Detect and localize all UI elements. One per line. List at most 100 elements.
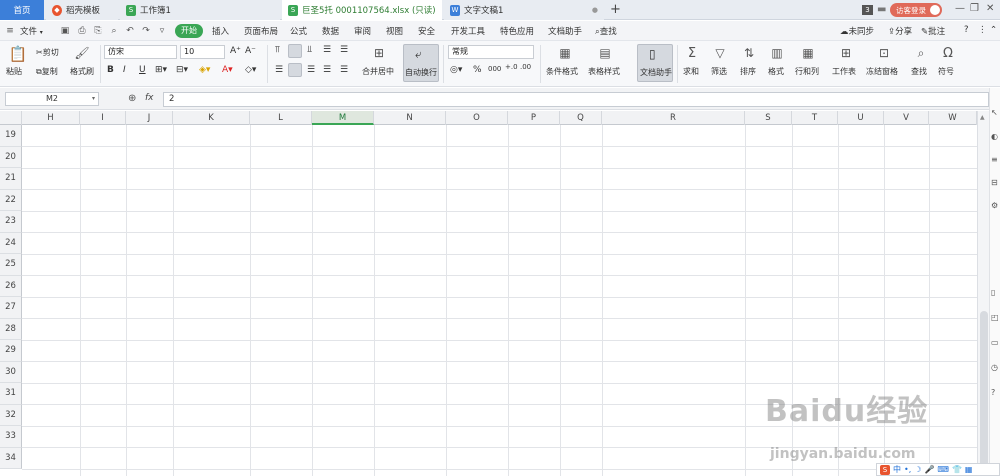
ime-mic-icon[interactable]: 🎤: [924, 465, 934, 474]
output-pdf-icon[interactable]: ⎙: [77, 26, 87, 36]
bold-icon[interactable]: B: [107, 65, 114, 75]
ime-keyboard-icon[interactable]: ⌨: [937, 465, 949, 474]
column-header-j[interactable]: J: [126, 111, 173, 125]
sort-button[interactable]: 排序: [740, 66, 756, 77]
more-icon[interactable]: ⋮: [978, 25, 987, 35]
side-properties-icon[interactable]: ≡: [991, 155, 1000, 164]
increase-decimal-icon[interactable]: +.0: [505, 63, 518, 71]
ime-skin-icon[interactable]: 👕: [952, 465, 962, 474]
formula-input[interactable]: 2: [163, 92, 989, 107]
side-pin-icon[interactable]: ⊟: [991, 178, 1000, 187]
print-icon[interactable]: ⎘: [93, 26, 103, 36]
conditional-format-button[interactable]: 条件格式: [546, 66, 578, 77]
ime-punctuation-icon[interactable]: •,: [904, 465, 911, 474]
row-header-29[interactable]: 29: [0, 340, 22, 362]
column-header-r[interactable]: R: [602, 111, 745, 125]
filter-icon[interactable]: ▽: [712, 45, 728, 61]
column-header-n[interactable]: N: [374, 111, 446, 125]
side-backup-icon[interactable]: ◰: [991, 313, 1000, 322]
scroll-up-icon[interactable]: ▲: [980, 114, 985, 121]
column-header-p[interactable]: P: [508, 111, 560, 125]
row-header-21[interactable]: 21: [0, 168, 22, 190]
row-header-33[interactable]: 33: [0, 426, 22, 448]
align-right-icon[interactable]: ☰: [307, 65, 315, 75]
row-header-30[interactable]: 30: [0, 361, 22, 383]
comment-button[interactable]: ✎批注: [921, 25, 945, 37]
outdent-icon[interactable]: ☰: [340, 45, 348, 55]
omega-icon[interactable]: Ω: [940, 45, 956, 61]
column-header-k[interactable]: K: [173, 111, 250, 125]
tab-close-dot-icon[interactable]: ●: [592, 6, 598, 14]
filter-button[interactable]: 筛选: [711, 66, 727, 77]
merge-icon[interactable]: ⊞: [371, 45, 387, 61]
save-icon[interactable]: ▣: [60, 26, 70, 36]
paste-button[interactable]: 粘贴: [6, 66, 22, 77]
find-button[interactable]: 查找: [911, 66, 927, 77]
column-header-m[interactable]: M: [312, 111, 374, 125]
column-header-h[interactable]: H: [22, 111, 80, 125]
row-header-31[interactable]: 31: [0, 383, 22, 405]
align-middle-icon[interactable]: [288, 44, 302, 58]
row-header-32[interactable]: 32: [0, 404, 22, 426]
redo-icon[interactable]: ↷: [141, 26, 151, 36]
cut-button[interactable]: ✂剪切: [36, 47, 59, 58]
format-painter-button[interactable]: 格式刷: [70, 66, 94, 77]
menu-tab-home[interactable]: 开始: [175, 24, 203, 38]
sogou-ime-icon[interactable]: S: [880, 464, 890, 475]
row-header-27[interactable]: 27: [0, 297, 22, 319]
row-header-24[interactable]: 24: [0, 232, 22, 254]
column-header-t[interactable]: T: [792, 111, 838, 125]
font-size-select[interactable]: 10: [180, 45, 225, 59]
hamburger-icon[interactable]: ≡: [5, 26, 15, 36]
row-header-20[interactable]: 20: [0, 146, 22, 168]
row-header-28[interactable]: 28: [0, 318, 22, 340]
column-header-l[interactable]: L: [250, 111, 312, 125]
justify-icon[interactable]: ☰: [323, 65, 331, 75]
help-button[interactable]: ?: [964, 25, 969, 35]
side-tool-icon[interactable]: ⚙: [991, 201, 1000, 210]
currency-icon[interactable]: ◎▾: [450, 65, 462, 75]
name-box[interactable]: M2: [5, 92, 99, 106]
tab-workbook1[interactable]: S 工作簿1: [120, 0, 280, 20]
decrease-font-icon[interactable]: A⁻: [245, 46, 256, 56]
ime-tools-icon[interactable]: ▦: [965, 465, 973, 474]
row-header-22[interactable]: 22: [0, 189, 22, 211]
menu-search[interactable]: ⌕查找: [595, 25, 617, 37]
name-box-dropdown-icon[interactable]: ▾: [92, 95, 95, 102]
side-share-icon[interactable]: ▭: [991, 338, 1000, 347]
table-style-button[interactable]: 表格样式: [588, 66, 620, 77]
brush-icon[interactable]: 🖌: [74, 45, 89, 61]
window-count-badge[interactable]: 3: [862, 5, 873, 15]
percent-button[interactable]: %: [473, 65, 482, 75]
font-name-select[interactable]: 仿宋: [104, 45, 177, 59]
align-top-icon[interactable]: ⫪: [275, 45, 280, 55]
row-header-19[interactable]: 19: [0, 125, 22, 147]
worksheet-button[interactable]: 工作表: [832, 66, 856, 77]
column-header-i[interactable]: I: [80, 111, 126, 125]
menu-tab-review[interactable]: 审阅: [354, 25, 371, 37]
column-header-w[interactable]: W: [929, 111, 977, 125]
align-center-icon[interactable]: [288, 63, 302, 77]
align-left-icon[interactable]: ☰: [275, 65, 283, 75]
share-button[interactable]: ⇪分享: [888, 25, 912, 37]
menu-tab-security[interactable]: 安全: [418, 25, 435, 37]
freeze-icon[interactable]: ⊡: [876, 45, 892, 61]
menu-tab-insert[interactable]: 插入: [212, 25, 229, 37]
column-header-v[interactable]: V: [884, 111, 929, 125]
row-col-button[interactable]: 行和列: [795, 66, 819, 77]
fx-button[interactable]: fx: [145, 93, 154, 103]
vertical-scrollbar[interactable]: ▲: [977, 111, 989, 476]
row-header-26[interactable]: 26: [0, 275, 22, 297]
paste-icon[interactable]: 📋: [9, 45, 28, 63]
menu-tab-data[interactable]: 数据: [322, 25, 339, 37]
ime-chinese-mode[interactable]: 中: [893, 464, 901, 475]
zoom-icon[interactable]: ⊕: [128, 93, 136, 104]
font-color-icon[interactable]: A▾: [222, 65, 233, 75]
select-all-corner[interactable]: [0, 111, 22, 125]
sigma-icon[interactable]: Σ: [684, 45, 700, 61]
decrease-decimal-icon[interactable]: .00: [520, 63, 531, 71]
side-history-icon[interactable]: ◷: [991, 363, 1000, 372]
number-format-select[interactable]: 常规: [448, 45, 534, 59]
menu-tab-formula[interactable]: 公式: [290, 25, 307, 37]
undo-icon[interactable]: ↶: [125, 26, 135, 36]
